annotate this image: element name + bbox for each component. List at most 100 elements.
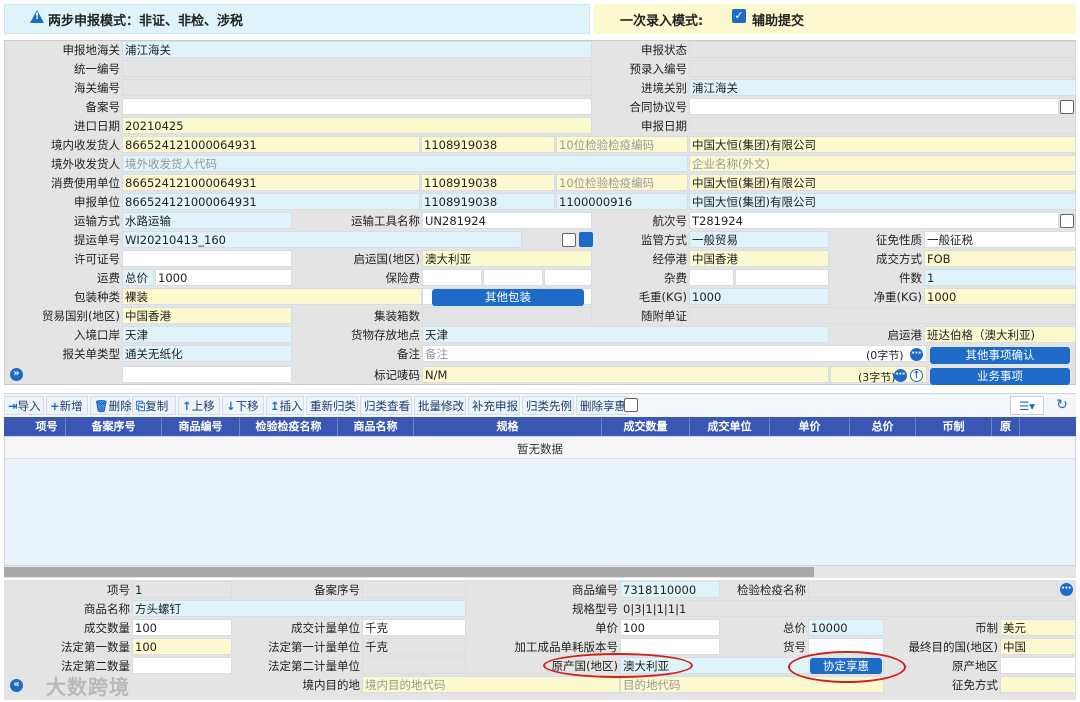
freight-type-field[interactable]: 总价	[122, 269, 154, 286]
declare-unit-credit[interactable]: 1108919038	[421, 193, 555, 210]
declare-unit-code[interactable]: 866524121000064931	[122, 193, 420, 210]
deal-unit-field[interactable]: 千克	[362, 619, 466, 636]
marks-field[interactable]: N/M	[422, 366, 829, 383]
remark-field[interactable]: 备注	[422, 345, 927, 362]
toolbar-view-classify-button[interactable]: 归类查看	[360, 396, 412, 415]
table-header-cell[interactable]: 项号	[28, 417, 66, 436]
toolbar-insert-button[interactable]: ↥插入	[266, 396, 304, 415]
legal-qty-2-field[interactable]	[132, 657, 232, 674]
remark-more-icon[interactable]: ⋯	[910, 348, 923, 361]
marks-more-icon[interactable]: ⋯	[894, 369, 907, 382]
depart-country-field[interactable]: 澳大利亚	[422, 250, 592, 267]
contract-checkbox[interactable]	[1060, 100, 1074, 114]
insurance-amount-field[interactable]	[483, 269, 543, 286]
record-no-field[interactable]	[122, 98, 592, 115]
other-items-confirm-button[interactable]: 其他事项确认	[930, 347, 1070, 364]
declare-unit-name[interactable]: 中国大恒(集团)有限公司	[689, 193, 1076, 210]
contract-no-field[interactable]	[689, 98, 1059, 115]
unit-price-field[interactable]: 100	[620, 619, 720, 636]
assist-submit-checkbox[interactable]: ✓	[732, 9, 746, 23]
depart-port-field[interactable]: 班达伯格（澳大利亚)	[924, 326, 1076, 343]
domestic-destination-field[interactable]: 境内目的地代码	[362, 676, 620, 693]
domestic-consignee-name[interactable]: 中国大恒(集团)有限公司	[689, 136, 1076, 153]
toolbar-classify-precedent-button[interactable]: 归类先例	[522, 396, 574, 415]
declare-unit-ciq[interactable]: 1100000916	[556, 193, 688, 210]
table-header-cell[interactable]: 总价	[850, 417, 916, 436]
currency-field[interactable]: 美元	[1000, 619, 1076, 636]
total-price-field[interactable]: 10000	[808, 619, 884, 636]
table-header-cell[interactable]: 备案序号	[66, 417, 162, 436]
column-menu-icon[interactable]: ☰▾	[1010, 396, 1044, 415]
entry-port-gate-field[interactable]: 天津	[122, 326, 292, 343]
supervision-mode-field[interactable]: 一般贸易	[689, 231, 829, 248]
ciq-more-icon[interactable]: ⋯	[1060, 583, 1073, 596]
item-expand-icon[interactable]: «	[10, 679, 23, 692]
vehicle-name-field[interactable]: UN281924	[422, 212, 592, 229]
toolbar-delete-benefit-button[interactable]: 删除享惠	[576, 396, 628, 415]
overseas-consignee-code[interactable]: 境外收发货人代码	[122, 155, 688, 172]
spec-model-field[interactable]: 0|3|1|1|1|1	[620, 600, 1076, 617]
overseas-consignee-name[interactable]: 企业名称(外文)	[689, 155, 1076, 172]
toolbar-move-up-button[interactable]: ↑上移	[178, 396, 220, 415]
table-header-cell[interactable]: 单价	[770, 417, 850, 436]
entry-port-field[interactable]: 浦江海关	[689, 79, 1076, 96]
tax-mode-field[interactable]	[1000, 676, 1076, 693]
toolbar-copy-button[interactable]: ⎘复制	[132, 396, 176, 415]
domestic-consignee-code[interactable]: 866524121000064931	[122, 136, 420, 153]
bill-checkbox[interactable]	[562, 233, 576, 247]
horizontal-scrollbar-thumb[interactable]	[4, 567, 814, 577]
goods-location-field[interactable]: 天津	[422, 326, 829, 343]
domestic-consignee-ciq[interactable]: 10位检验检疫编码	[556, 136, 688, 153]
table-header-cell[interactable]: 检验检疫名称	[240, 417, 338, 436]
voyage-checkbox[interactable]	[1060, 214, 1074, 228]
table-header-cell[interactable]: 成交单位	[690, 417, 770, 436]
insurance-type-field[interactable]	[422, 269, 482, 286]
consumer-unit-credit[interactable]: 1108919038	[421, 174, 555, 191]
marks-up-icon[interactable]: ↑	[910, 369, 923, 382]
license-no-field[interactable]	[122, 250, 292, 267]
goods-code-field[interactable]: 7318110000	[620, 581, 720, 598]
toolbar-add-button[interactable]: +新增	[46, 396, 88, 415]
declaration-type-field[interactable]: 通关无纸化	[122, 345, 292, 362]
toolbar-delete-button[interactable]: 🗑删除	[90, 396, 132, 415]
refresh-icon[interactable]: ↻	[1052, 396, 1072, 415]
business-items-button[interactable]: 业务事项	[930, 368, 1070, 385]
toolbar-import-button[interactable]: ⇥导入	[4, 396, 44, 415]
freight-amount-field[interactable]: 1000	[155, 269, 292, 286]
consumer-unit-name[interactable]: 中国大恒(集团)有限公司	[689, 174, 1076, 191]
table-header-cell[interactable]: 商品名称	[338, 417, 414, 436]
gross-weight-field[interactable]: 1000	[689, 288, 829, 305]
package-count-field[interactable]: 1	[924, 269, 1076, 286]
bill-doc-icon[interactable]	[579, 232, 593, 247]
legal-qty-1-field[interactable]: 100	[132, 638, 232, 655]
insurance-currency-field[interactable]	[544, 269, 592, 286]
transport-mode-field[interactable]: 水路运输	[122, 212, 292, 229]
tax-nature-field[interactable]: 一般征税	[924, 231, 1076, 248]
table-header-cell[interactable]: 币制	[916, 417, 992, 436]
toolbar-checkbox[interactable]	[624, 398, 638, 412]
expand-icon[interactable]: »	[10, 368, 23, 381]
toolbar-move-down-button[interactable]: ↓下移	[222, 396, 264, 415]
consumer-unit-code[interactable]: 866524121000064931	[122, 174, 420, 191]
table-header-cell[interactable]: 规格	[414, 417, 602, 436]
bill-no-field[interactable]: WI20210413_160	[122, 231, 522, 248]
table-header-cell[interactable]: 商品编号	[162, 417, 240, 436]
misc-fee-type-field[interactable]	[689, 269, 734, 286]
voyage-no-field[interactable]: T281924	[689, 212, 1059, 229]
consumer-unit-ciq[interactable]: 10位检验检疫编码	[556, 174, 688, 191]
other-package-button[interactable]: 其他包装	[432, 289, 584, 306]
toolbar-supplement-button[interactable]: 补充申报	[468, 396, 520, 415]
final-destination-field[interactable]: 中国	[1000, 638, 1076, 655]
table-header-cell[interactable]: 原	[992, 417, 1020, 436]
toolbar-batch-edit-button[interactable]: 批量修改	[414, 396, 466, 415]
package-type-field[interactable]: 裸装	[122, 288, 422, 305]
import-date-field[interactable]: 20210425	[122, 117, 592, 134]
trade-country-field[interactable]: 中国香港	[122, 307, 292, 324]
table-header-cell[interactable]: 成交数量	[602, 417, 690, 436]
net-weight-field[interactable]: 1000	[924, 288, 1076, 305]
goods-name-field[interactable]: 方头螺钉	[132, 600, 466, 617]
deal-mode-field[interactable]: FOB	[924, 250, 1076, 267]
domestic-consignee-credit[interactable]: 1108919038	[421, 136, 555, 153]
stop-port-field[interactable]: 中国香港	[689, 250, 829, 267]
declare-customs-field[interactable]: 浦江海关	[122, 41, 592, 58]
